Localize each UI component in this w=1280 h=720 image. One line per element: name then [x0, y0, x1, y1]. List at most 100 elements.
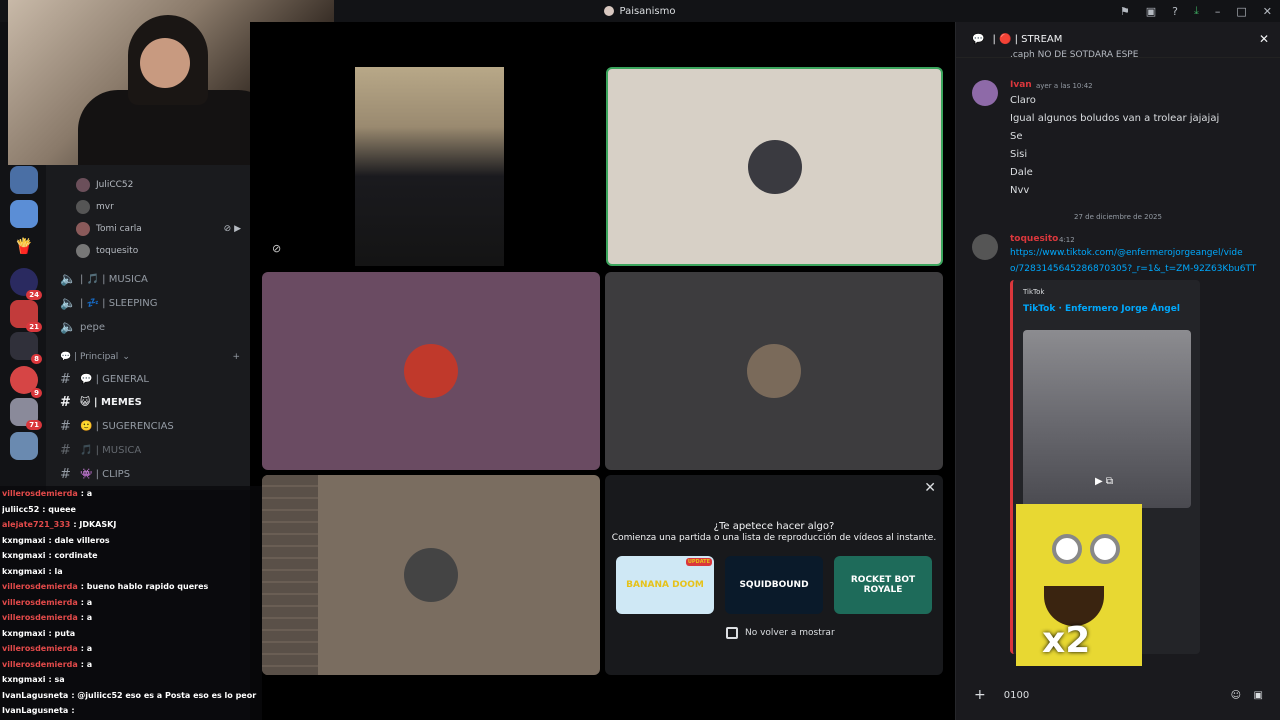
- activity-card-banana[interactable]: BANANA DOOM UPDATE: [616, 556, 714, 614]
- avatar: [76, 222, 90, 236]
- chat-username: kxngmaxi: [2, 535, 46, 545]
- flag-icon[interactable]: ⚑: [1120, 5, 1130, 18]
- video-tile[interactable]: [605, 272, 943, 470]
- activity-card-rocket[interactable]: ROCKET BOT ROYALE: [834, 556, 932, 614]
- avatar: [76, 200, 90, 214]
- text-channel[interactable]: # 🙂 | SUGERENCIAS: [60, 419, 174, 434]
- multiplier-text: x2: [1042, 620, 1091, 661]
- video-tile-speaking[interactable]: [606, 67, 943, 266]
- chat-username: villerosdemierda: [2, 613, 78, 622]
- chat-username: villerosdemierda: [2, 489, 78, 498]
- avatar[interactable]: [972, 80, 998, 106]
- chat-message: : a: [80, 659, 93, 669]
- server-icon[interactable]: [10, 432, 38, 460]
- mention-badge: 8: [31, 354, 42, 364]
- add-channel-icon[interactable]: +: [232, 352, 240, 362]
- video-tile[interactable]: ⊘: [250, 22, 600, 267]
- server-icon[interactable]: 9: [10, 366, 42, 398]
- composer-input[interactable]: 0100: [1004, 690, 1029, 701]
- help-icon[interactable]: ?: [1172, 5, 1178, 18]
- hash-icon: #: [60, 467, 71, 482]
- stream-chat-overlay: villerosdemierda: a juliicc52: queee aleja…: [0, 486, 262, 720]
- fries-server-icon[interactable]: 🍟: [10, 232, 38, 260]
- server-icon[interactable]: [10, 200, 38, 228]
- embed-title[interactable]: TikTok · Enfermero Jorge Ángel: [1023, 304, 1180, 314]
- close-window-icon[interactable]: ✕: [1263, 5, 1272, 18]
- chat-row: villerosdemierda: bueno hablo rapido que…: [2, 579, 262, 595]
- webcam-face: [140, 38, 190, 88]
- message-composer[interactable]: + 0100 ☺ ▣: [966, 680, 1271, 710]
- voice-channel[interactable]: 🔈 | 🎵 | MUSICA: [60, 272, 148, 287]
- chat-username: IvanLagusneta: [2, 706, 69, 715]
- chat-username: villerosdemierda: [2, 644, 78, 653]
- server-icon[interactable]: 71: [10, 398, 42, 430]
- server-icon[interactable]: 24: [10, 268, 42, 300]
- message-link[interactable]: o/7283145645286870305?_r=1&_t=ZM-92Z63Kb…: [1010, 264, 1256, 274]
- checkbox[interactable]: [726, 627, 738, 639]
- text-channel-active[interactable]: # 😺 | MEMES: [60, 395, 142, 410]
- voice-channel[interactable]: 🔈 pepe: [60, 320, 105, 335]
- server-icon[interactable]: 21: [10, 300, 42, 332]
- maximize-icon[interactable]: □: [1236, 5, 1246, 18]
- message-text: Se: [1010, 131, 1023, 142]
- close-icon[interactable]: ✕: [1259, 32, 1269, 46]
- voice-user[interactable]: Tomi carla ⊘ ▶: [76, 222, 241, 236]
- inbox-icon[interactable]: ▣: [1146, 5, 1156, 18]
- message-author[interactable]: Ivan: [1010, 80, 1032, 90]
- chat-message: : sa: [48, 675, 65, 684]
- avatar: [404, 548, 458, 602]
- server-icon[interactable]: [10, 166, 38, 194]
- chat-message: : dale villeros: [48, 535, 110, 545]
- activity-card-squid[interactable]: SQUIDBOUND: [725, 556, 823, 614]
- muted-icon: ⊘ ▶: [223, 224, 241, 234]
- mic-muted-icon: ⊘: [272, 242, 282, 255]
- channel-sidebar: JuliCC52 mvr Tomi carla ⊘ ▶ toquesito 🔈 | …: [46, 160, 250, 490]
- selfie-video: [355, 67, 504, 266]
- mention-badge: 71: [26, 420, 42, 430]
- category-header[interactable]: 💬 | Principal ⌄ +: [60, 352, 240, 362]
- text-channel[interactable]: # 👾 | CLIPS: [60, 467, 130, 482]
- chat-message: : puta: [48, 628, 76, 638]
- mention-badge: 21: [26, 322, 42, 332]
- message-text: Claro: [1010, 95, 1036, 106]
- chat-row: kxngmaxi: cordinate: [2, 548, 262, 564]
- text-channel[interactable]: # 🎵 | MUSICA: [60, 443, 141, 458]
- play-icon[interactable]: ▶ ⧉: [1095, 476, 1113, 487]
- hash-icon: #: [60, 443, 71, 458]
- voice-channel[interactable]: 🔈 | 💤 | SLEEPING: [60, 296, 158, 311]
- message-author[interactable]: toquesito: [1010, 234, 1058, 244]
- mention-badge: 9: [31, 388, 42, 398]
- chevron-down-icon: ⌄: [122, 352, 130, 362]
- avatar[interactable]: [972, 234, 998, 260]
- chat-message: : la: [48, 566, 63, 576]
- add-attachment-icon[interactable]: +: [974, 687, 986, 703]
- minimize-icon[interactable]: –: [1215, 5, 1221, 18]
- chat-message: : a: [80, 597, 93, 607]
- chat-username: kxngmaxi: [2, 675, 46, 684]
- voice-user[interactable]: JuliCC52: [76, 178, 133, 192]
- chat-username: alejate721_333: [2, 520, 71, 529]
- dont-show-again[interactable]: No volver a mostrar: [726, 627, 835, 639]
- speaker-icon: 🔈: [60, 272, 77, 287]
- chat-message: : a: [80, 489, 93, 498]
- voice-user[interactable]: mvr: [76, 200, 114, 214]
- voice-user[interactable]: toquesito: [76, 244, 138, 258]
- embed-video[interactable]: ▶ ⧉: [1023, 330, 1191, 508]
- avatar: [76, 178, 90, 192]
- chat-row: kxngmaxi: la: [2, 564, 262, 580]
- chat-message: : JDKASKJ: [73, 520, 117, 529]
- text-channel[interactable]: # 💬 | GENERAL: [60, 372, 149, 387]
- video-tile[interactable]: [262, 475, 600, 675]
- video-tile[interactable]: [262, 272, 600, 470]
- close-icon[interactable]: ✕: [924, 480, 936, 496]
- chat-username: kxngmaxi: [2, 628, 46, 638]
- sticker-icon[interactable]: ▣: [1254, 690, 1263, 701]
- server-icon[interactable]: 8: [10, 332, 42, 364]
- message-link[interactable]: https://www.tiktok.com/@enfermerojorgean…: [1010, 248, 1243, 258]
- hash-icon: #: [60, 395, 71, 410]
- emoji-icon[interactable]: ☺: [1231, 690, 1241, 701]
- download-icon[interactable]: ⤓: [1194, 4, 1199, 18]
- chat-username: villerosdemierda: [2, 597, 78, 607]
- avatar: [747, 139, 802, 194]
- server-icon: [604, 6, 615, 16]
